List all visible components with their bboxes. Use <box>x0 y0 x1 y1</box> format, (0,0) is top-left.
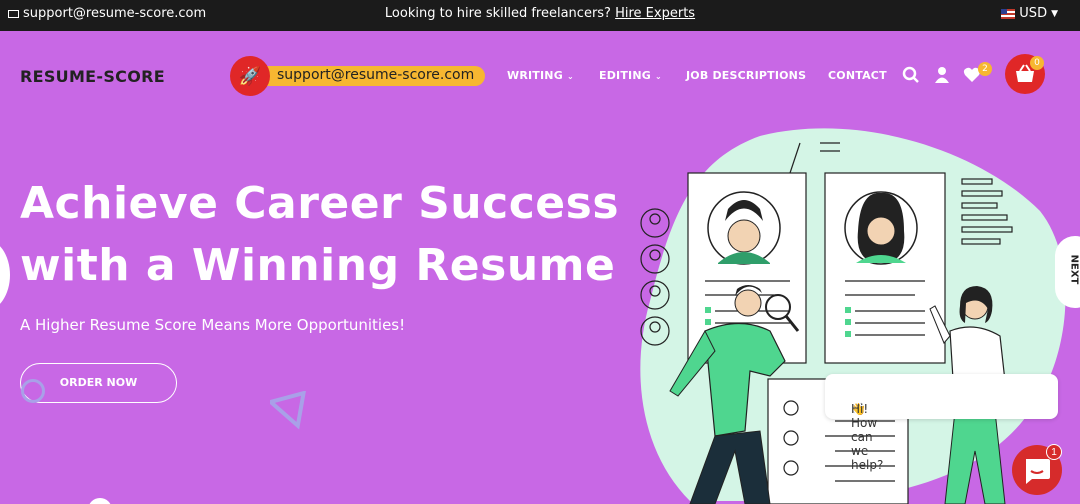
us-flag-icon <box>1001 8 1016 19</box>
currency-selector[interactable]: USD ▼ <box>1001 6 1058 21</box>
nav-job-descriptions[interactable]: JOB DESCRIPTIONS <box>686 69 806 82</box>
next-slide-button[interactable]: NEXT <box>1055 236 1080 308</box>
topbar-promo: Looking to hire skilled freelancers? Hir… <box>0 6 1080 21</box>
chat-greeting-text: Hi! How can we help? <box>851 402 884 472</box>
hire-experts-link[interactable]: Hire Experts <box>615 6 695 21</box>
next-label: NEXT <box>1068 254 1080 285</box>
wishlist-count-badge: 2 <box>978 62 992 76</box>
nav-contact[interactable]: CONTACT <box>828 69 887 82</box>
support-email-pill[interactable]: support@resume-score.com <box>255 66 485 86</box>
cart-count-badge: 0 <box>1030 56 1044 70</box>
currency-label: USD <box>1019 6 1048 21</box>
search-icon[interactable] <box>902 66 920 84</box>
nav-writing-label: WRITING <box>507 69 563 82</box>
hero-headline: Achieve Career Success with a Winning Re… <box>20 173 619 297</box>
support-email-text: support@resume-score.com <box>277 67 475 83</box>
chevron-down-icon: ⌄ <box>566 72 574 81</box>
top-bar: support@resume-score.com Looking to hire… <box>0 0 1080 31</box>
rocket-icon[interactable]: 🚀 <box>230 56 270 96</box>
headline-line-1: Achieve Career Success <box>20 178 620 229</box>
headline-line-2: with a Winning Resume <box>20 240 616 291</box>
user-icon[interactable] <box>933 66 951 84</box>
nav-contact-label: CONTACT <box>828 69 887 82</box>
chevron-down-icon: ▼ <box>1051 8 1058 19</box>
order-now-button[interactable]: ORDER NOW <box>20 363 177 403</box>
nav-job-descriptions-label: JOB DESCRIPTIONS <box>686 69 807 82</box>
chevron-down-icon: ⌄ <box>655 72 662 81</box>
nav-writing[interactable]: WRITING ⌄ <box>507 69 574 82</box>
site-logo[interactable]: RESUME-SCORE <box>20 67 165 86</box>
triangle-decoration <box>270 391 307 430</box>
hero-section: RESUME-SCORE support@resume-score.com 🚀 … <box>0 31 1080 504</box>
promo-text: Looking to hire skilled freelancers? <box>384 6 611 21</box>
nav-editing-label: EDITING <box>599 69 651 82</box>
nav-editing[interactable]: EDITING ⌄ <box>599 69 662 82</box>
chat-unread-badge: 1 <box>1046 444 1062 460</box>
chat-greeting-bubble[interactable]: 👋 Hi! How can we help? <box>825 374 1058 472</box>
ring-decoration <box>21 379 45 403</box>
hero-subheadline: A Higher Resume Score Means More Opportu… <box>20 316 406 334</box>
